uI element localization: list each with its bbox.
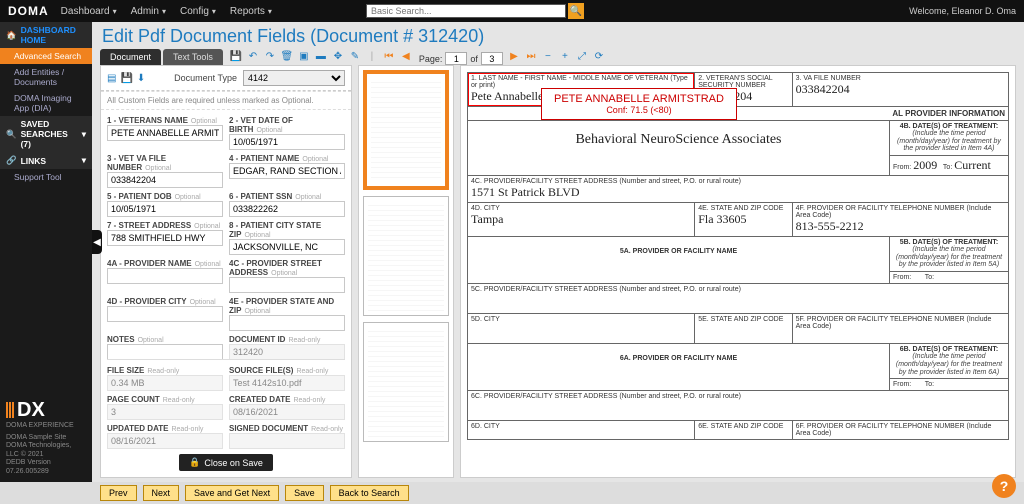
page-navigator: Page: of	[419, 52, 503, 65]
panel-collapse-icon[interactable]: ▤	[107, 73, 116, 84]
field-file-size	[107, 375, 223, 391]
field-notes[interactable]	[107, 344, 223, 359]
field-provider-street[interactable]	[229, 277, 345, 293]
field-updated-date	[107, 433, 223, 449]
thumbnail-strip	[358, 65, 454, 478]
help-fab[interactable]: ?	[992, 474, 1016, 498]
ocr-confidence-popup: PETE ANNABELLE ARMITSTRAD Conf: 71.5 (<8…	[541, 88, 737, 120]
document-viewer[interactable]: 1. LAST NAME - FIRST NAME - MIDDLE NAME …	[460, 65, 1016, 478]
search-button[interactable]: 🔍	[568, 3, 584, 19]
move-icon[interactable]: ✥	[331, 49, 345, 63]
doc-type-label: Document Type	[174, 73, 237, 83]
nav-config[interactable]: Config▾	[180, 6, 216, 17]
prev-page-icon[interactable]: ◀	[399, 49, 413, 63]
save-button[interactable]: Save	[285, 485, 324, 501]
page-title: Edit Pdf Document Fields (Document # 312…	[92, 22, 1024, 49]
doc-type-select[interactable]: 4142	[243, 70, 345, 86]
panel-save-icon[interactable]: 💾	[120, 73, 132, 84]
page-current-input[interactable]	[445, 52, 467, 65]
fields-note: All Custom Fields are required unless ma…	[101, 91, 351, 110]
main: Edit Pdf Document Fields (Document # 312…	[92, 22, 1024, 482]
field-vet-dob[interactable]	[229, 134, 345, 150]
field-provider-city[interactable]	[107, 306, 223, 322]
nav-admin[interactable]: Admin▾	[131, 6, 166, 17]
lock-icon: 🔒	[189, 457, 200, 468]
chevron-down-icon: ▾	[212, 7, 216, 16]
field-vet-file[interactable]	[107, 172, 223, 188]
page-total	[481, 52, 503, 65]
field-doc-id	[229, 344, 345, 359]
zoom-out-icon[interactable]: −	[541, 49, 555, 63]
sidebar-collapse-handle[interactable]: ◀	[92, 230, 102, 254]
welcome-text: Welcome, Eleanor D. Oma	[909, 6, 1016, 16]
first-page-icon[interactable]: ⏮	[382, 49, 396, 63]
sidebar-item-support[interactable]: Support Tool	[0, 169, 92, 185]
tab-text-tools[interactable]: Text Tools	[163, 49, 223, 65]
prev-button[interactable]: Prev	[100, 485, 137, 501]
chevron-down-icon: ▾	[268, 7, 272, 16]
field-provider-name[interactable]	[107, 268, 223, 284]
bottom-button-bar: Prev Next Save and Get Next Save Back to…	[0, 482, 1024, 504]
field-patient-ssn[interactable]	[229, 201, 345, 217]
rotate-right-icon[interactable]: ↷	[263, 49, 277, 63]
crop-icon[interactable]: ▣	[297, 49, 311, 63]
field-source-file	[229, 375, 345, 391]
next-page-icon[interactable]: ▶	[507, 49, 521, 63]
thumbnail-page-1[interactable]	[363, 70, 449, 190]
close-on-save-button[interactable]: 🔒Close on Save	[179, 454, 273, 471]
sidebar-links[interactable]: 🔗LINKS▾	[0, 152, 92, 169]
link-icon: 🔗	[6, 155, 17, 166]
question-icon: ?	[1000, 478, 1009, 494]
last-page-icon[interactable]: ⏭	[524, 49, 538, 63]
thumbnail-page-2[interactable]	[363, 196, 449, 316]
sidebar-item-imaging-app[interactable]: DOMA Imaging App (DIA)	[0, 90, 92, 116]
sidebar: 🏠DASHBOARD HOME Advanced Search Add Enti…	[0, 22, 92, 482]
next-button[interactable]: Next	[143, 485, 180, 501]
zoom-in-icon[interactable]: +	[558, 49, 572, 63]
sidebar-item-advanced-search[interactable]: Advanced Search	[0, 48, 92, 64]
nav-reports[interactable]: Reports▾	[230, 6, 272, 17]
field-created-date	[229, 404, 345, 420]
home-icon: 🏠	[6, 30, 17, 41]
chevron-down-icon: ▾	[113, 7, 117, 16]
field-patient-dob[interactable]	[107, 201, 223, 217]
save-get-next-button[interactable]: Save and Get Next	[185, 485, 279, 501]
field-provider-state-zip[interactable]	[229, 315, 345, 331]
brand-block: DX DOMA EXPERIENCE DOMA Sample Site DOMA…	[0, 393, 92, 482]
panel-download-icon[interactable]: ⬇	[137, 73, 145, 84]
refresh-icon[interactable]: ⟳	[592, 49, 606, 63]
search-icon: 🔍	[6, 129, 17, 140]
viewer-toolbar: 💾 ↶ ↷ 🗑 ▣ ▬ ✥ ✎ | ⏮ ◀	[229, 49, 413, 65]
sidebar-saved-searches[interactable]: 🔍SAVED SEARCHES (7)▾	[0, 116, 92, 152]
fields-panel: ▤ 💾 ⬇ Document Type 4142 All Custom Fiel…	[100, 65, 352, 478]
search-icon: 🔍	[570, 6, 582, 17]
thumbnail-page-3[interactable]	[363, 322, 449, 442]
rotate-left-icon[interactable]: ↶	[246, 49, 260, 63]
sidebar-item-add-entities[interactable]: Add Entities / Documents	[0, 64, 92, 90]
redact-icon[interactable]: ▬	[314, 49, 328, 63]
field-city-state-zip[interactable]	[229, 239, 345, 255]
save-icon[interactable]: 💾	[229, 49, 243, 63]
back-to-search-button[interactable]: Back to Search	[330, 485, 409, 501]
global-search-input[interactable]	[366, 4, 566, 18]
field-patient-name[interactable]	[229, 163, 345, 179]
chevron-down-icon: ▾	[82, 155, 86, 166]
page-label: Page:	[419, 54, 443, 64]
chevron-down-icon: ▾	[82, 129, 86, 140]
chevron-down-icon: ▾	[162, 7, 166, 16]
delete-icon[interactable]: 🗑	[280, 49, 294, 63]
sidebar-home[interactable]: 🏠DASHBOARD HOME	[0, 22, 92, 48]
nav-dashboard[interactable]: Dashboard▾	[61, 6, 117, 17]
field-veterans-name[interactable]	[107, 125, 223, 141]
tab-document[interactable]: Document	[100, 49, 161, 65]
top-nav: DOMA Dashboard▾ Admin▾ Config▾ Reports▾ …	[0, 0, 1024, 22]
brand-logo: DOMA	[8, 4, 49, 18]
annotate-icon[interactable]: ✎	[348, 49, 362, 63]
field-signed-document	[229, 433, 345, 449]
fit-icon[interactable]: ⤢	[575, 49, 589, 63]
field-street[interactable]	[107, 230, 223, 246]
field-page-count	[107, 404, 223, 420]
